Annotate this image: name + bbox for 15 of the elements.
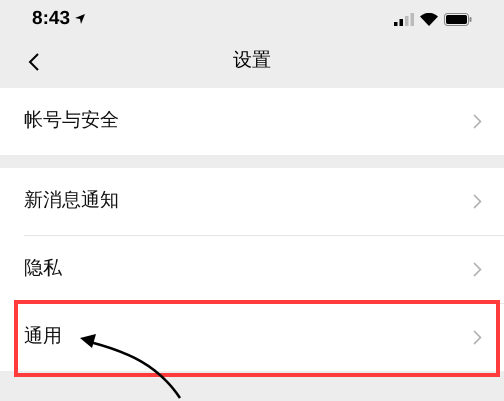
location-icon xyxy=(74,13,86,25)
settings-row[interactable]: 帐号与安全 xyxy=(0,88,504,155)
chevron-icon xyxy=(473,194,482,209)
wifi-icon xyxy=(420,12,438,26)
settings-row[interactable]: 隐私 xyxy=(0,236,504,303)
chevron-icon xyxy=(473,114,482,129)
settings-row[interactable]: 新消息通知 xyxy=(0,168,504,235)
status-time: 8:43 xyxy=(32,6,70,31)
signal-icon xyxy=(394,12,414,26)
chevron-icon xyxy=(473,262,482,277)
back-icon xyxy=(28,52,40,72)
settings-row[interactable]: 通用 xyxy=(0,304,504,371)
battery-icon xyxy=(444,12,472,26)
chevron-icon xyxy=(473,330,482,345)
page-title: 设置 xyxy=(233,49,271,74)
